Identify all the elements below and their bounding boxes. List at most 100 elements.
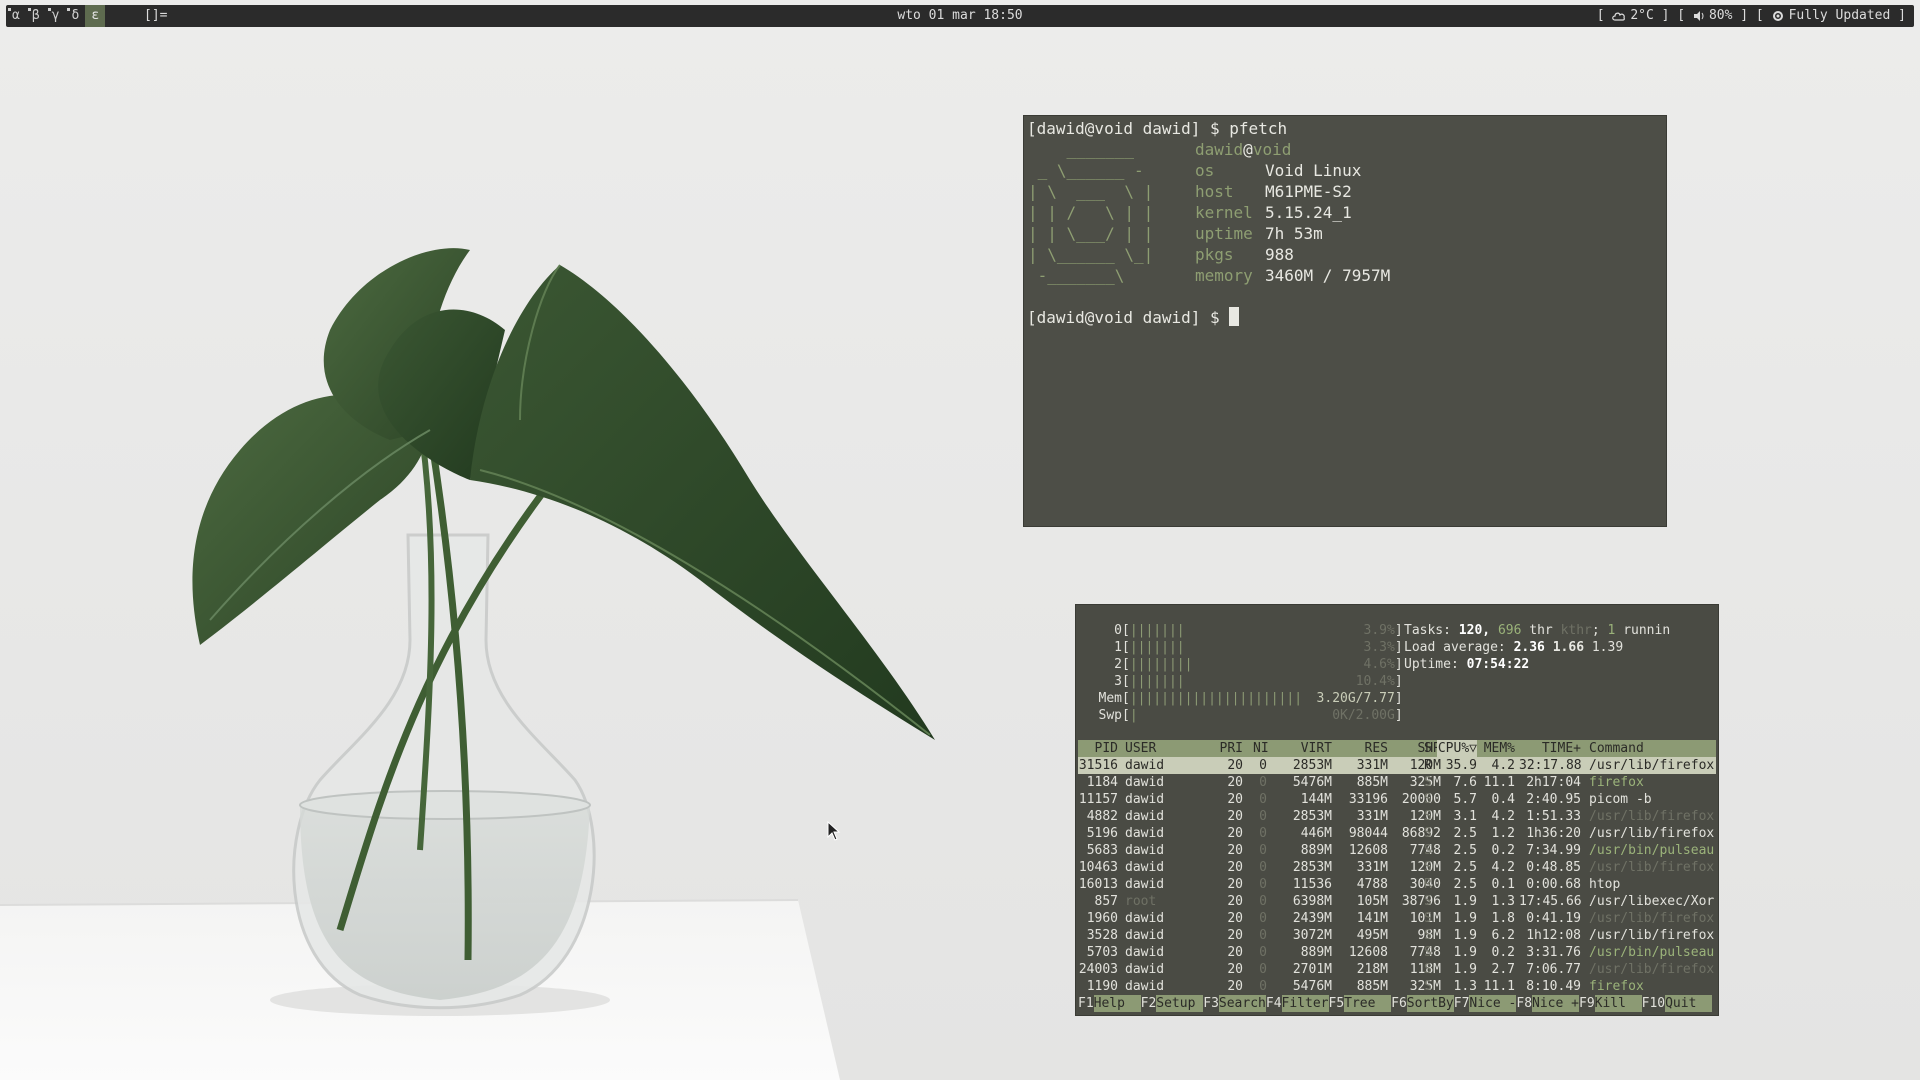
- process-row[interactable]: 5196 dawid 20 0 446M 98044 86892 S 2.5 1.2 1h36:20…: [1078, 825, 1716, 842]
- fkey-action: Filter: [1281, 995, 1329, 1012]
- process-row[interactable]: 1190 dawid 20 0 5476M 885M 325M S 1.3 11.1 8:10.49…: [1078, 978, 1716, 995]
- fkey-f6[interactable]: F6 SortBy: [1391, 995, 1454, 1012]
- fkey-f4[interactable]: F4 Filter: [1266, 995, 1329, 1012]
- cell-res: 495M: [1356, 928, 1388, 943]
- cell-time: 0:41.19: [1526, 911, 1581, 926]
- info-value: 3460M / 7957M: [1265, 266, 1391, 285]
- column-header-res[interactable]: RES: [1340, 740, 1388, 757]
- cell-pid: 10463: [1078, 860, 1118, 875]
- terminal-window[interactable]: [dawid@void dawid] $ pfetch _______ _ \_…: [1023, 115, 1667, 527]
- process-row[interactable]: 24003 dawid 20 0 2701M 218M 118M S 1.9 2.7 7:06.77…: [1078, 961, 1716, 978]
- cell-time: 7:34.99: [1526, 843, 1581, 858]
- info-row-os: os Void Linux: [1195, 160, 1361, 181]
- function-key-bar: F1 Help F2 Setup F3 Search F4 Filter F5 Tree F6…: [1078, 995, 1716, 1012]
- meter-bracket: [: [1122, 640, 1130, 655]
- process-row[interactable]: 31516 dawid 20 0 2853M 331M 120M R 35.9 4.2 32:17.…: [1078, 757, 1716, 774]
- cell-pri: 20: [1227, 911, 1243, 926]
- prompt-line[interactable]: [dawid@void dawid] $: [1027, 307, 1240, 328]
- cell-mem: 11.1: [1483, 775, 1515, 790]
- cell-ni: 0: [1259, 928, 1267, 943]
- fkey-f9[interactable]: F9 Kill: [1579, 995, 1642, 1012]
- column-header-virt[interactable]: VIRT: [1276, 740, 1332, 757]
- process-row[interactable]: 3528 dawid 20 0 3072M 495M 98M S 1.9 6.2 1h12:08/u…: [1078, 927, 1716, 944]
- meter-bars: | 0K/2.00G: [1130, 707, 1395, 724]
- meter-bracket: ]: [1394, 640, 1403, 655]
- load-label: Load average:: [1404, 640, 1506, 655]
- cell-time: 2h17:04: [1526, 775, 1581, 790]
- meter-value: 4.6%: [1363, 657, 1395, 672]
- process-table-header[interactable]: PID USER PRI NI VIRT RES SHR S CPU%▽ MEM% TIME+ Com…: [1078, 740, 1716, 757]
- process-row[interactable]: 5683 dawid 20 0 889M 12608 7748 S 2.5 0.2 7:34.99/…: [1078, 842, 1716, 859]
- column-header-ni[interactable]: NI: [1253, 740, 1269, 757]
- fkey-f3[interactable]: F3 Search: [1203, 995, 1266, 1012]
- meter-bars: ||||||| 3.3%: [1130, 639, 1395, 656]
- process-list[interactable]: 31516 dawid 20 0 2853M 331M 120M R 35.9 4.2 32:17.…: [1078, 757, 1716, 995]
- column-header-time[interactable]: TIME+: [1519, 740, 1581, 757]
- cell-time: 0:48.85: [1526, 860, 1581, 875]
- cell-ni: 0: [1259, 775, 1267, 790]
- cell-cmd: /usr/lib/firefox: [1589, 962, 1715, 977]
- cell-cmd: /usr/lib/firefox: [1589, 809, 1715, 824]
- fkey-key: F5: [1328, 996, 1345, 1011]
- fkey-key: F1: [1078, 996, 1094, 1011]
- process-row[interactable]: 1184 dawid 20 0 5476M 885M 325M S 7.6 11.1 2h17:04…: [1078, 774, 1716, 791]
- cell-pid: 11157: [1078, 792, 1118, 807]
- fkey-f10[interactable]: F10 Quit: [1642, 995, 1713, 1012]
- cell-time: 1:51.33: [1526, 809, 1581, 824]
- cell-pri: 20: [1227, 979, 1243, 994]
- load-5: 1.66: [1552, 640, 1585, 655]
- cell-s: S: [1424, 843, 1432, 858]
- process-row[interactable]: 5703 dawid 20 0 889M 12608 7748 S 1.9 0.2 3:31.76/…: [1078, 944, 1716, 961]
- column-header-user[interactable]: USER: [1125, 740, 1205, 757]
- cell-ni: 0: [1259, 758, 1267, 773]
- fkey-f8[interactable]: F8 Nice +: [1516, 995, 1579, 1012]
- cell-ni: 0: [1259, 826, 1267, 841]
- user-name: dawid: [1195, 140, 1244, 159]
- column-header-pid[interactable]: PID: [1078, 740, 1118, 757]
- info-row-uptime: uptime 7h 53m: [1195, 223, 1323, 244]
- threads-count: 696: [1497, 623, 1522, 638]
- cell-cpu: 7.6: [1453, 775, 1477, 790]
- htop-window[interactable]: 0[||||||| 3.9%] 1[||||||| 3.3%] 2[|||||||| 4.…: [1075, 604, 1719, 1016]
- cell-cpu: 1.3: [1453, 979, 1477, 994]
- fkey-f2[interactable]: F2 Setup: [1141, 995, 1204, 1012]
- column-header-s[interactable]: S: [1424, 740, 1436, 757]
- user-host-line: dawid@void: [1195, 139, 1291, 160]
- cell-cpu: 1.9: [1453, 945, 1477, 960]
- column-header-cmd[interactable]: Command: [1589, 740, 1715, 757]
- host-name: void: [1252, 140, 1292, 159]
- fkey-action: Search: [1218, 995, 1266, 1012]
- process-row[interactable]: 4882 dawid 20 0 2853M 331M 120M S 3.1 4.2 1:51.33/…: [1078, 808, 1716, 825]
- cell-res: 141M: [1356, 911, 1388, 926]
- cell-time: 7:06.77: [1526, 962, 1581, 977]
- fkey-key: F3: [1203, 996, 1219, 1011]
- process-row[interactable]: 16013 dawid 20 0 11536 4788 3040 R 2.5 0.1 0:00.68…: [1078, 876, 1716, 893]
- process-row[interactable]: 1960 dawid 20 0 2439M 141M 101M S 1.9 1.8 0:41.19/…: [1078, 910, 1716, 927]
- fkey-f1[interactable]: F1 Help: [1078, 995, 1141, 1012]
- cell-ni: 0: [1259, 911, 1267, 926]
- process-row[interactable]: 10463 dawid 20 0 2853M 331M 120M S 2.5 4.2 0:48.85…: [1078, 859, 1716, 876]
- meter-value: 3.9%: [1363, 623, 1395, 638]
- column-header-mem[interactable]: MEM%: [1479, 740, 1515, 757]
- info-value: M61PME-S2: [1265, 182, 1352, 201]
- updates-text: Fully Updated: [1788, 8, 1891, 23]
- cell-ni: 0: [1259, 809, 1267, 824]
- fkey-f7[interactable]: F7 Nice -: [1454, 995, 1517, 1012]
- process-row[interactable]: 11157 dawid 20 0 144M 33196 20000 S 5.7 0.4 2:40.9…: [1078, 791, 1716, 808]
- cell-virt: 2439M: [1292, 911, 1332, 926]
- cell-user: dawid: [1125, 809, 1165, 824]
- column-header-pri[interactable]: PRI: [1213, 740, 1243, 757]
- cell-user: dawid: [1125, 843, 1165, 858]
- cell-cpu: 1.9: [1453, 962, 1477, 977]
- cell-cmd: /usr/bin/pulseau: [1589, 843, 1715, 858]
- column-header-cpu[interactable]: CPU%▽: [1437, 740, 1477, 757]
- tasks-count: 120,: [1458, 623, 1491, 638]
- cell-res: 33196: [1348, 792, 1388, 807]
- cell-pid: 5196: [1086, 826, 1118, 841]
- process-row[interactable]: 857 root 20 0 6398M 105M 38796 S 1.9 1.3 17:45.66/…: [1078, 893, 1716, 910]
- cell-res: 105M: [1356, 894, 1388, 909]
- meter-bracket: [: [1122, 691, 1130, 706]
- fkey-f5[interactable]: F5 Tree: [1329, 995, 1392, 1012]
- speaker-icon: [1693, 11, 1704, 21]
- cell-user: dawid: [1125, 962, 1165, 977]
